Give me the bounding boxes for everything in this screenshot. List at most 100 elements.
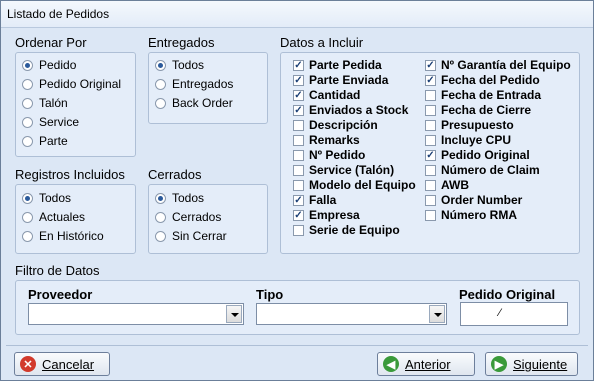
radio-icon[interactable] [155,97,166,109]
ordenar-option-1[interactable]: Pedido Original [22,76,121,92]
checkbox-checked-icon[interactable]: ✓ [293,59,304,71]
datos-item-label: Enviados a Stock [309,103,409,117]
radio-icon[interactable] [155,78,166,90]
checkbox-checked-icon[interactable]: ✓ [293,209,304,221]
ordenar-option-label: Parte [39,134,68,148]
checkbox-icon[interactable] [293,119,304,131]
radio-icon[interactable] [155,59,166,71]
datos-col2-item-3[interactable]: Fecha de Cierre [425,102,531,118]
cerrados-option-2[interactable]: Sin Cerrar [155,228,227,244]
checkbox-icon[interactable] [425,89,436,101]
registros-option-1[interactable]: Actuales [22,209,85,225]
datos-col2-item-2[interactable]: Fecha de Entrada [425,87,541,103]
cancel-button[interactable]: ✕ Cancelar [14,352,110,376]
ordenar-option-3[interactable]: Service [22,114,79,130]
checkbox-icon[interactable] [425,134,436,146]
entregados-option-0[interactable]: Todos [155,57,204,73]
datos-col1-item-2[interactable]: ✓ Cantidad [293,87,360,103]
datos-item-label: Cantidad [309,88,361,102]
datos-item-label: Fecha de Cierre [441,103,532,117]
datos-item-label: Serie de Equipo [309,223,400,237]
radio-icon[interactable] [22,59,33,71]
datos-item-label: Pedido Original [441,148,530,162]
registros-group: Todos Actuales En Histórico [15,184,136,254]
checkbox-icon[interactable] [293,179,304,191]
radio-icon[interactable] [22,78,33,90]
datos-item-label: Descripción [309,118,378,132]
checkbox-checked-icon[interactable]: ✓ [425,74,436,86]
radio-icon[interactable] [155,211,166,223]
radio-icon[interactable] [155,192,166,204]
checkbox-checked-icon[interactable]: ✓ [293,104,304,116]
checkbox-checked-icon[interactable]: ✓ [425,149,436,161]
checkbox-checked-icon[interactable]: ✓ [293,89,304,101]
ordenar-option-label: Talón [39,96,68,110]
datos-col1-item-5[interactable]: Remarks [293,132,360,148]
chevron-down-icon[interactable] [226,305,242,323]
datos-col2-item-6[interactable]: ✓ Pedido Original [425,147,530,163]
radio-icon[interactable] [22,211,33,223]
radio-icon[interactable] [22,116,33,128]
datos-col2-item-10[interactable]: Número RMA [425,207,517,223]
checkbox-checked-icon[interactable]: ✓ [425,59,436,71]
datos-col1-item-9[interactable]: ✓ Falla [293,192,336,208]
datos-col2-item-0[interactable]: ✓ Nº Garantía del Equipo [425,57,571,73]
checkbox-icon[interactable] [293,224,304,236]
tipo-combo[interactable] [256,303,447,325]
cancel-label: Cancelar [42,356,95,372]
datos-col1-item-8[interactable]: Modelo del Equipo [293,177,416,193]
datos-item-label: Número RMA [441,208,518,222]
radio-icon[interactable] [22,192,33,204]
checkbox-icon[interactable] [293,134,304,146]
radio-icon[interactable] [22,97,33,109]
cerrados-option-0[interactable]: Todos [155,190,204,206]
datos-col1-item-1[interactable]: ✓ Parte Enviada [293,72,388,88]
ordenar-option-4[interactable]: Parte [22,133,68,149]
ordenar-label: Ordenar Por [15,35,87,50]
radio-icon[interactable] [155,230,166,242]
registros-option-0[interactable]: Todos [22,190,71,206]
checkbox-icon[interactable] [425,209,436,221]
checkbox-icon[interactable] [425,164,436,176]
datos-item-label: Empresa [309,208,360,222]
checkbox-icon[interactable] [293,149,304,161]
checkbox-checked-icon[interactable]: ✓ [293,74,304,86]
datos-col1-item-0[interactable]: ✓ Parte Pedida [293,57,382,73]
entregados-option-1[interactable]: Entregados [155,76,233,92]
cerrados-label: Cerrados [148,167,202,182]
pedido-original-input[interactable]: ⁄ [460,302,568,326]
window-title: Listado de Pedidos [7,7,110,21]
datos-col2-item-9[interactable]: Order Number [425,192,522,208]
ordenar-option-0[interactable]: Pedido [22,57,76,73]
proveedor-combo[interactable] [28,303,244,325]
checkbox-icon[interactable] [425,194,436,206]
datos-col2-item-8[interactable]: AWB [425,177,469,193]
previous-button[interactable]: ◀ Anterior [377,352,475,376]
ordenar-option-2[interactable]: Talón [22,95,68,111]
chevron-down-icon[interactable] [429,305,445,323]
datos-col2-item-1[interactable]: ✓ Fecha del Pedido [425,72,540,88]
datos-col2-item-5[interactable]: Incluye CPU [425,132,511,148]
datos-col1-item-10[interactable]: ✓ Empresa [293,207,360,223]
datos-col1-item-11[interactable]: Serie de Equipo [293,222,400,238]
checkbox-icon[interactable] [425,119,436,131]
checkbox-icon[interactable] [425,104,436,116]
checkbox-checked-icon[interactable]: ✓ [293,194,304,206]
registros-option-2[interactable]: En Histórico [22,228,104,244]
entregados-option-2[interactable]: Back Order [155,95,233,111]
registros-option-label: Todos [39,191,72,205]
checkbox-icon[interactable] [293,164,304,176]
datos-item-label: Incluye CPU [441,133,512,147]
radio-icon[interactable] [22,230,33,242]
datos-col2-item-4[interactable]: Presupuesto [425,117,514,133]
datos-col1-item-6[interactable]: Nº Pedido [293,147,365,163]
cerrados-option-1[interactable]: Cerrados [155,209,221,225]
datos-col2-item-7[interactable]: Número de Claim [425,162,540,178]
next-button[interactable]: ▶ Siguiente [485,352,578,376]
radio-icon[interactable] [22,135,33,147]
ordenar-group: Pedido Pedido Original Talón Service Parte [15,52,136,157]
datos-col1-item-3[interactable]: ✓ Enviados a Stock [293,102,408,118]
datos-col1-item-4[interactable]: Descripción [293,117,378,133]
datos-col1-item-7[interactable]: Service (Talón) [293,162,394,178]
checkbox-icon[interactable] [425,179,436,191]
